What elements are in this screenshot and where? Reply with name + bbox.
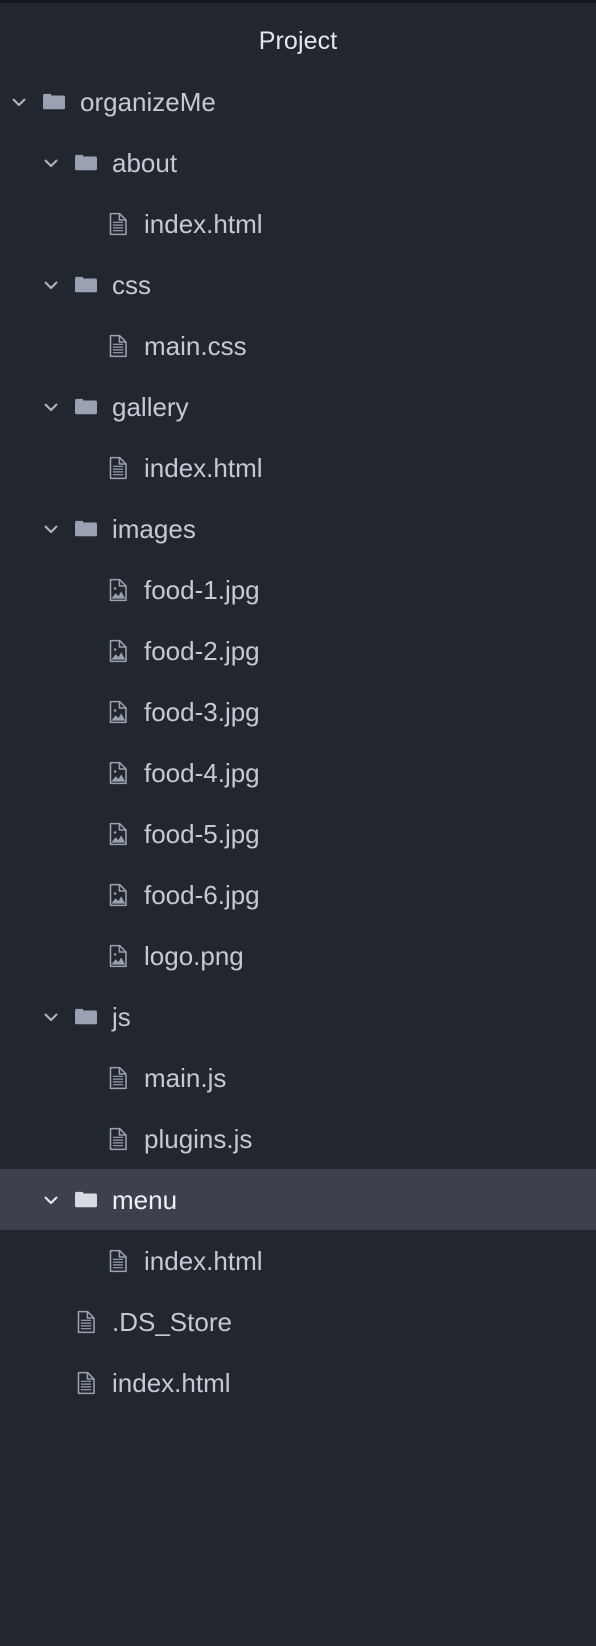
tree-row-main-css[interactable]: main.css [0, 315, 596, 376]
image-file-icon [105, 699, 131, 725]
image-file-icon [105, 943, 131, 969]
folder-icon [73, 272, 99, 298]
tree-row-label: index.html [112, 1367, 231, 1398]
file-tree[interactable]: organizeMe about index.html css main.css gall… [0, 71, 596, 1413]
tree-row-about[interactable]: about [0, 132, 596, 193]
tree-row-logo-png[interactable]: logo.png [0, 925, 596, 986]
tree-row-css[interactable]: css [0, 254, 596, 315]
image-file-icon [105, 760, 131, 786]
chevron-down-icon[interactable] [42, 1191, 60, 1209]
tree-row-main-js[interactable]: main.js [0, 1047, 596, 1108]
tree-row-label: food-6.jpg [144, 879, 260, 910]
image-file-icon [105, 577, 131, 603]
tree-row-menu[interactable]: menu [0, 1169, 596, 1230]
folder-icon [73, 1187, 99, 1213]
tree-row-label: food-5.jpg [144, 818, 260, 849]
chevron-down-icon[interactable] [10, 93, 28, 111]
folder-icon [73, 394, 99, 420]
project-tree-panel: Project organizeMe about index.html css main… [0, 0, 596, 1646]
tree-row-label: main.js [144, 1062, 227, 1093]
tree-row-food-2-jpg[interactable]: food-2.jpg [0, 620, 596, 681]
image-file-icon [105, 638, 131, 664]
tree-row-index-html[interactable]: index.html [0, 193, 596, 254]
chevron-down-icon[interactable] [42, 154, 60, 172]
tree-row-food-3-jpg[interactable]: food-3.jpg [0, 681, 596, 742]
tree-row-label: main.css [144, 330, 247, 361]
tree-row-label: plugins.js [144, 1123, 253, 1154]
tree-row-index-html[interactable]: index.html [0, 437, 596, 498]
tree-row-label: about [112, 147, 178, 178]
tree-row-plugins-js[interactable]: plugins.js [0, 1108, 596, 1169]
tree-row-js[interactable]: js [0, 986, 596, 1047]
tree-row-food-6-jpg[interactable]: food-6.jpg [0, 864, 596, 925]
file-icon [105, 1065, 131, 1091]
chevron-down-icon[interactable] [42, 276, 60, 294]
tree-row-food-5-jpg[interactable]: food-5.jpg [0, 803, 596, 864]
file-icon [105, 1126, 131, 1152]
chevron-down-icon[interactable] [42, 398, 60, 416]
file-icon [105, 1248, 131, 1274]
tree-row-label: css [112, 269, 151, 300]
file-icon [73, 1309, 99, 1335]
tree-row-label: index.html [144, 1245, 263, 1276]
folder-icon [73, 150, 99, 176]
image-file-icon [105, 821, 131, 847]
tree-row-images[interactable]: images [0, 498, 596, 559]
tree-row-label: food-3.jpg [144, 696, 260, 727]
image-file-icon [105, 882, 131, 908]
tree-row-label: food-2.jpg [144, 635, 260, 666]
tree-row-label: menu [112, 1184, 178, 1215]
file-icon [73, 1370, 99, 1396]
folder-icon [41, 89, 67, 115]
tree-row-gallery[interactable]: gallery [0, 376, 596, 437]
chevron-down-icon[interactable] [42, 520, 60, 538]
tree-row-food-1-jpg[interactable]: food-1.jpg [0, 559, 596, 620]
tree-row-label: images [112, 513, 196, 544]
file-icon [105, 211, 131, 237]
file-icon [105, 333, 131, 359]
tree-row-label: index.html [144, 208, 263, 239]
tree-row-label: js [112, 1001, 131, 1032]
folder-icon [73, 516, 99, 542]
tree-row-organizeme[interactable]: organizeMe [0, 71, 596, 132]
chevron-down-icon[interactable] [42, 1008, 60, 1026]
panel-title: Project [258, 27, 338, 55]
tree-row-index-html[interactable]: index.html [0, 1352, 596, 1413]
tree-row-label: food-1.jpg [144, 574, 260, 605]
tree-row-food-4-jpg[interactable]: food-4.jpg [0, 742, 596, 803]
tree-row-label: index.html [144, 452, 263, 483]
tree-row-label: food-4.jpg [144, 757, 260, 788]
folder-icon [73, 1004, 99, 1030]
tree-row-label: organizeMe [80, 86, 216, 117]
tree-row-index-html[interactable]: index.html [0, 1230, 596, 1291]
tree-row-ds-store[interactable]: .DS_Store [0, 1291, 596, 1352]
tree-row-label: .DS_Store [112, 1306, 232, 1337]
tree-row-label: logo.png [144, 940, 244, 971]
file-icon [105, 455, 131, 481]
tree-row-label: gallery [112, 391, 189, 422]
